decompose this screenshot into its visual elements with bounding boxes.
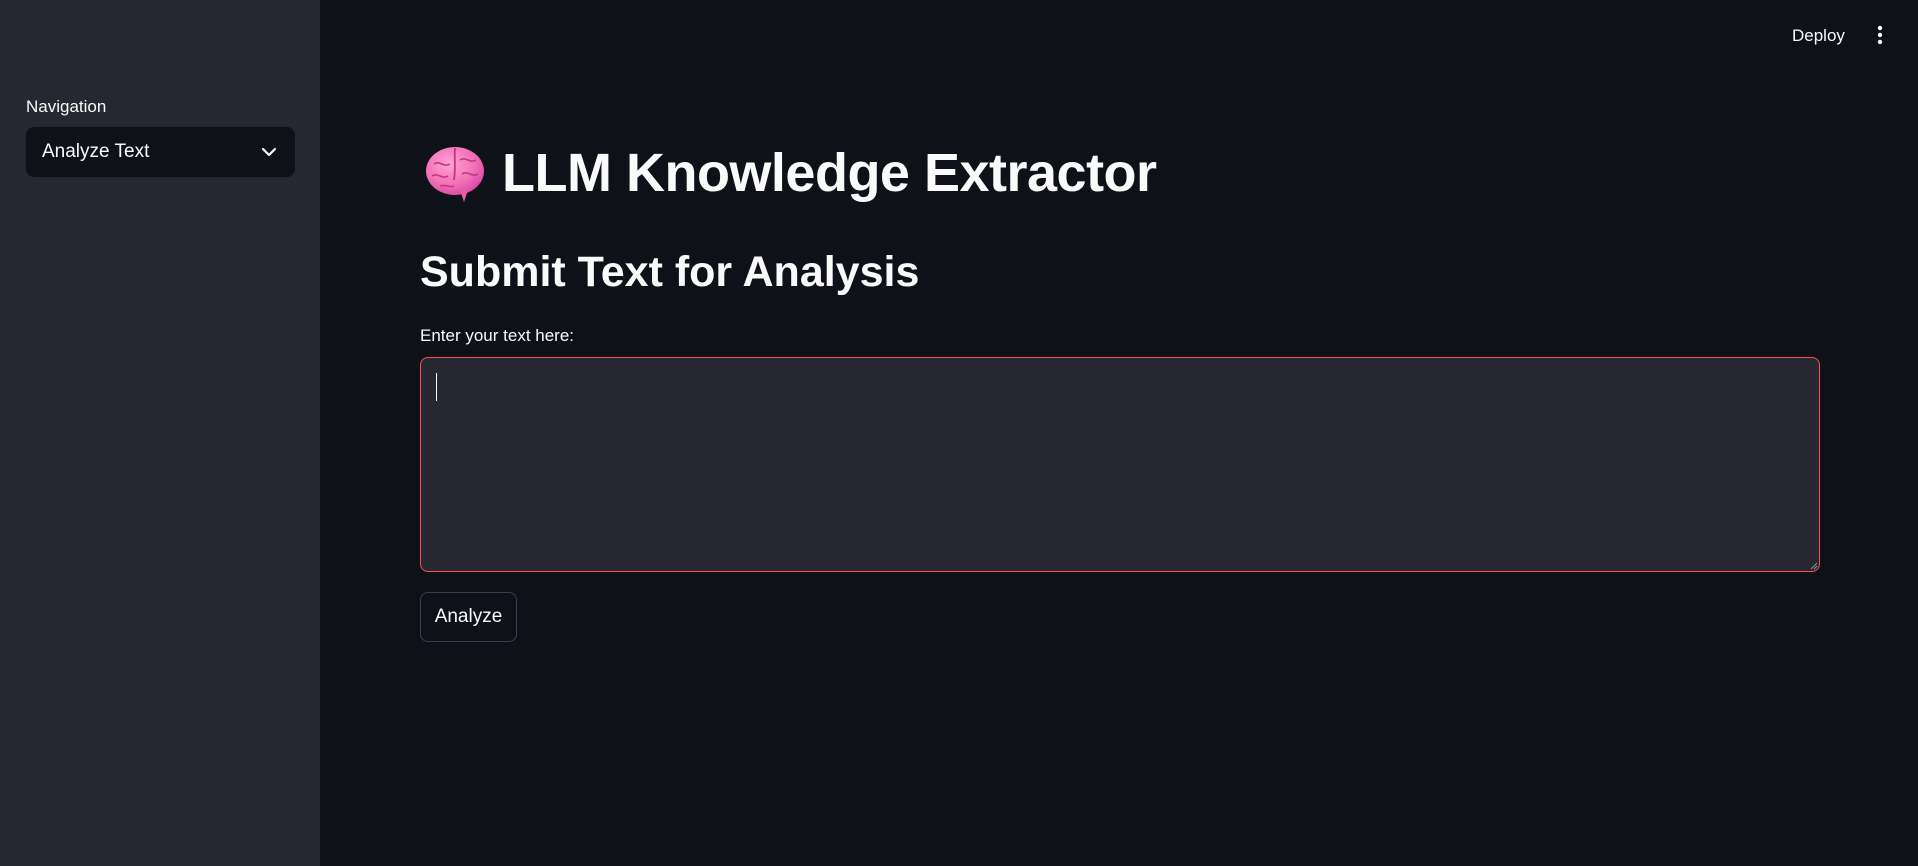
title-row: LLM Knowledge Extractor [420, 138, 1157, 208]
resize-handle-icon[interactable] [1808, 560, 1818, 570]
deploy-button[interactable]: Deploy [1784, 22, 1853, 50]
text-cursor [436, 373, 437, 401]
chevron-down-icon [259, 142, 279, 162]
app-root: Navigation Analyze Text Deploy LLM Knowl… [0, 0, 1918, 866]
brain-icon [426, 147, 484, 202]
page-title: LLM Knowledge Extractor [502, 143, 1157, 203]
analyze-button[interactable]: Analyze [420, 592, 517, 642]
main-menu-button[interactable] [1866, 20, 1894, 50]
navigation-label: Navigation [26, 97, 107, 116]
text-input-area[interactable] [420, 357, 1820, 572]
vertical-dots-icon [1877, 25, 1883, 45]
navigation-select-value: Analyze Text [42, 141, 150, 162]
section-subheader: Submit Text for Analysis [420, 248, 920, 296]
text-input-label: Enter your text here: [420, 326, 575, 345]
navigation-select[interactable]: Analyze Text [26, 127, 295, 177]
sidebar: Navigation Analyze Text [0, 0, 320, 866]
